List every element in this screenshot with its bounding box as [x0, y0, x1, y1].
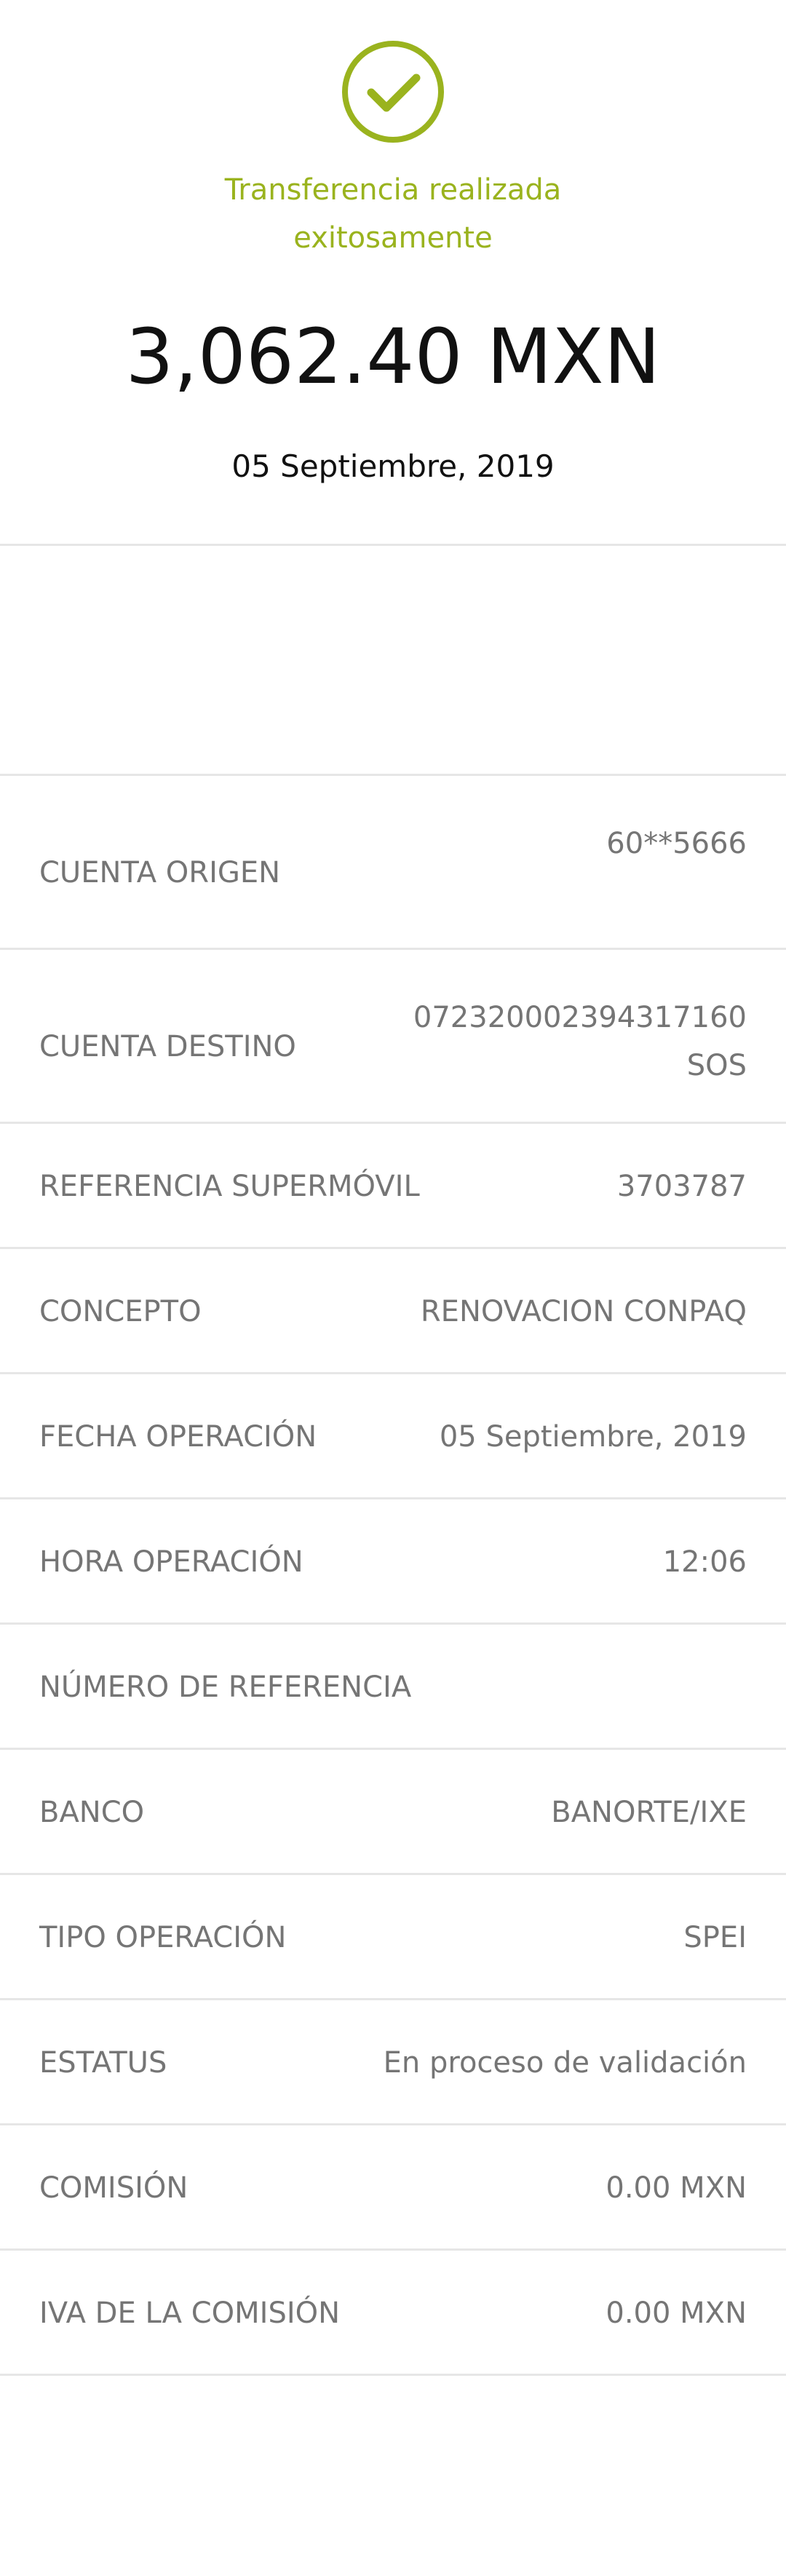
cuenta-destino-value-line1: 072320002394317160 — [413, 1001, 747, 1034]
detail-row-cuenta-destino: CUENTA DESTINO 072320002394317160 SOS — [0, 950, 786, 1124]
comision-value: 0.00 MXN — [606, 2171, 747, 2205]
hora-operacion-value: 12:06 — [662, 1545, 747, 1579]
tipo-operacion-value: SPEI — [683, 1921, 747, 1954]
numero-referencia-label: NÚMERO DE REFERENCIA — [39, 1671, 412, 1704]
cuenta-origen-value: 60**5666 — [606, 827, 747, 860]
detail-row-hora-operacion: HORA OPERACIÓN 12:06 — [0, 1499, 786, 1625]
iva-comision-value: 0.00 MXN — [606, 2296, 747, 2330]
transfer-amount: 3,062.40 MXN — [125, 312, 661, 401]
estatus-value: En proceso de validación — [383, 2046, 747, 2080]
hora-operacion-label: HORA OPERACIÓN — [39, 1545, 303, 1579]
blank-section — [0, 546, 786, 776]
success-message-line2: exitosamente — [293, 221, 493, 255]
estatus-label: ESTATUS — [39, 2046, 167, 2080]
detail-row-comision: COMISIÓN 0.00 MXN — [0, 2125, 786, 2251]
detail-row-tipo-operacion: TIPO OPERACIÓN SPEI — [0, 1875, 786, 2000]
cuenta-destino-label: CUENTA DESTINO — [39, 1030, 296, 1063]
success-message-line1: Transferencia realizada — [224, 173, 562, 207]
fecha-operacion-value: 05 Septiembre, 2019 — [439, 1420, 747, 1454]
detail-row-iva-comision: IVA DE LA COMISIÓN 0.00 MXN — [0, 2251, 786, 2376]
check-circle-icon — [342, 41, 444, 143]
detail-row-concepto: CONCEPTO RENOVACION CONPAQ — [0, 1249, 786, 1374]
comision-label: COMISIÓN — [39, 2171, 188, 2205]
referencia-supermovil-value: 3703787 — [616, 1170, 747, 1203]
detail-row-cuenta-origen: CUENTA ORIGEN 60**5666 — [0, 776, 786, 950]
detail-row-fecha-operacion: FECHA OPERACIÓN 05 Septiembre, 2019 — [0, 1374, 786, 1499]
detail-row-banco: BANCO BANORTE/IXE — [0, 1750, 786, 1875]
cuenta-destino-value: 072320002394317160 SOS — [413, 994, 747, 1090]
success-message: Transferencia realizada exitosamente — [0, 166, 786, 262]
transfer-summary: Transferencia realizada exitosamente 3,0… — [0, 0, 786, 546]
banco-label: BANCO — [39, 1796, 145, 1829]
banco-value: BANORTE/IXE — [551, 1796, 747, 1829]
transfer-date: 05 Septiembre, 2019 — [231, 448, 555, 484]
cuenta-destino-value-line2: SOS — [686, 1049, 747, 1082]
cuenta-origen-label: CUENTA ORIGEN — [39, 856, 281, 889]
fecha-operacion-label: FECHA OPERACIÓN — [39, 1420, 317, 1454]
concepto-label: CONCEPTO — [39, 1295, 202, 1328]
detail-row-estatus: ESTATUS En proceso de validación — [0, 2000, 786, 2125]
referencia-supermovil-label: REFERENCIA SUPERMÓVIL — [39, 1170, 420, 1203]
detail-row-numero-referencia: NÚMERO DE REFERENCIA — [0, 1625, 786, 1750]
concepto-value: RENOVACION CONPAQ — [420, 1295, 747, 1328]
iva-comision-label: IVA DE LA COMISIÓN — [39, 2296, 341, 2330]
tipo-operacion-label: TIPO OPERACIÓN — [39, 1921, 287, 1954]
detail-row-referencia-supermovil: REFERENCIA SUPERMÓVIL 3703787 — [0, 1124, 786, 1249]
